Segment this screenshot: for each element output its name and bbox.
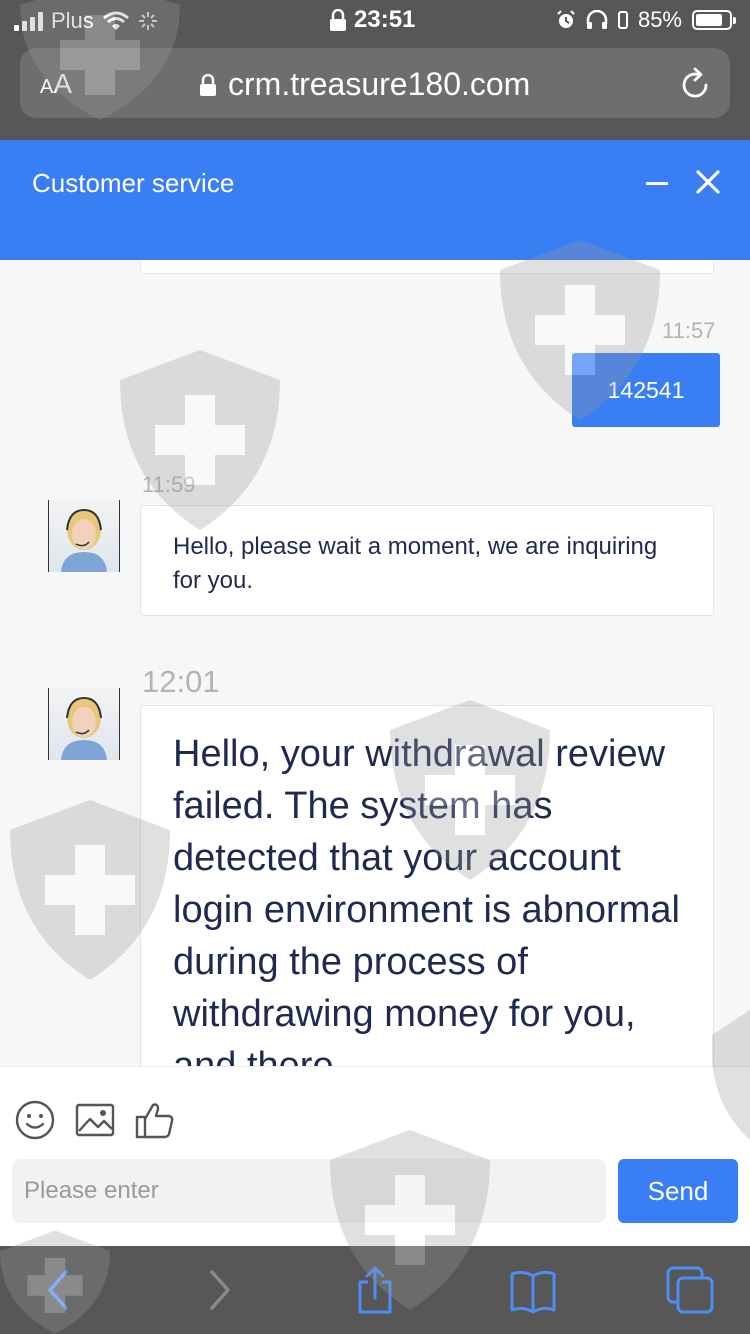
tabs-icon[interactable] xyxy=(666,1266,716,1314)
headphones-icon xyxy=(586,10,608,29)
orientation-lock-icon xyxy=(617,11,628,29)
chat-title: Customer service xyxy=(32,168,235,198)
url-text: crm.treasure180.com xyxy=(228,66,531,102)
share-icon[interactable] xyxy=(350,1266,400,1314)
status-center: 23:51 xyxy=(330,6,415,34)
message-timestamp: 11:57 xyxy=(662,318,716,343)
signal-icon xyxy=(14,11,43,31)
loading-icon xyxy=(138,12,157,30)
agent-avatar-image xyxy=(61,696,107,760)
text-size-button[interactable]: AA xyxy=(40,68,72,100)
incoming-message-bubble: Hello, please wait a moment, we are inqu… xyxy=(140,505,714,616)
message-timestamp: 11:59 xyxy=(142,472,196,497)
status-left: Plus xyxy=(14,8,158,34)
browser-url-area: AA crm.treasure180.com xyxy=(0,40,750,140)
bookmarks-icon[interactable] xyxy=(508,1266,558,1314)
wifi-icon xyxy=(102,11,129,30)
reload-icon[interactable] xyxy=(680,66,712,100)
clock-time: 23:51 xyxy=(354,6,416,33)
outgoing-message-bubble: 142541 xyxy=(572,353,720,427)
message-input[interactable] xyxy=(12,1159,606,1223)
thumbs-up-icon[interactable] xyxy=(134,1099,176,1141)
forward-icon[interactable] xyxy=(194,1266,244,1314)
battery-percent: 85% xyxy=(637,7,682,32)
close-icon[interactable] xyxy=(694,168,722,196)
status-bar: Plus 23:51 85% xyxy=(0,0,750,40)
message-list[interactable]: 11:57 142541 11:59 Hello, please wait a … xyxy=(0,260,750,1066)
chat-header: Customer service xyxy=(0,140,750,260)
carrier-label: Plus xyxy=(51,8,94,33)
emoji-icon[interactable] xyxy=(14,1099,56,1141)
lock-icon xyxy=(200,73,216,96)
lock-icon xyxy=(330,9,346,31)
message-timestamp: 12:01 xyxy=(142,664,220,699)
status-right: 85% xyxy=(556,7,736,33)
agent-avatar xyxy=(48,500,120,572)
safari-toolbar xyxy=(0,1246,750,1334)
battery-icon xyxy=(692,10,736,30)
agent-avatar-image xyxy=(61,508,107,572)
back-icon[interactable] xyxy=(34,1266,84,1314)
previous-message-bubble xyxy=(140,260,714,274)
image-icon[interactable] xyxy=(74,1099,116,1141)
alarm-icon xyxy=(557,10,575,28)
minimize-icon[interactable] xyxy=(644,170,670,196)
agent-avatar xyxy=(48,688,120,760)
composer: Send xyxy=(0,1066,750,1246)
url-display[interactable]: crm.treasure180.com xyxy=(200,66,530,103)
incoming-message-bubble: Hello, your withdrawal review failed. Th… xyxy=(140,705,714,1066)
send-button[interactable]: Send xyxy=(618,1159,738,1223)
address-bar[interactable]: AA crm.treasure180.com xyxy=(20,48,730,118)
